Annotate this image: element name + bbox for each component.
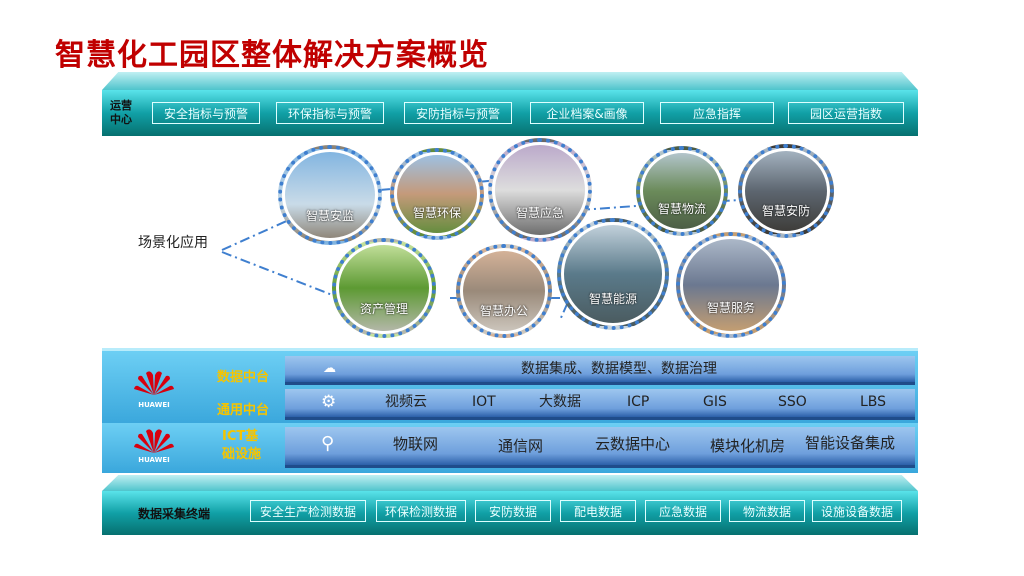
data-cloud-icon: ☁	[323, 361, 336, 376]
scene-label: 智慧安监	[305, 209, 354, 224]
signal-tower-icon: ⚲	[321, 433, 335, 454]
huawei-logo-icon	[134, 429, 174, 453]
ict-label: ICT基础设施	[222, 429, 262, 462]
ict-item: 云数据中心	[595, 435, 671, 453]
data-terminal-layer: 数据采集终端 安全生产检测数据 环保检测数据 安防数据 配电数据 应急数据 物流…	[102, 491, 918, 535]
general-item: IOT	[472, 394, 496, 410]
general-platform-bar: ⚙ 视频云 IOT 大数据 ICP GIS SSO LBS	[285, 389, 915, 420]
scene-label: 智慧服务	[706, 301, 755, 316]
huawei-logo-icon	[134, 371, 174, 395]
ict-bar: ⚲ 物联网 通信网 云数据中心 模块化机房 智能设备集成	[285, 427, 915, 468]
general-item: 视频云	[385, 394, 427, 410]
terminal-layer-top	[102, 475, 918, 491]
scene-smart-emergency[interactable]: 智慧应急	[488, 138, 592, 242]
terminal-button[interactable]: 配电数据	[560, 500, 636, 522]
scene-label: 智慧环保	[412, 205, 461, 220]
general-item: ICP	[627, 394, 650, 410]
terminal-button[interactable]: 安防数据	[475, 500, 551, 522]
huawei-brand: HUAWEI	[138, 456, 170, 464]
scene-smart-office[interactable]: 智慧办公	[456, 244, 552, 338]
scene-smart-service[interactable]: 智慧服务	[676, 232, 786, 338]
scene-label: 智慧能源	[588, 292, 637, 307]
data-platform-label: 数据中台	[217, 370, 270, 385]
ict-item: 物联网	[393, 435, 439, 453]
terminal-label: 数据采集终端	[138, 507, 211, 521]
general-item: SSO	[778, 394, 807, 410]
cloud-gear-icon: ⚙	[321, 392, 337, 412]
data-platform-text: 数据集成、数据模型、数据治理	[521, 361, 717, 377]
ict-item: 模块化机房	[710, 437, 786, 455]
scene-asset-management[interactable]: 资产管理	[332, 238, 436, 338]
terminal-button[interactable]: 环保检测数据	[376, 500, 466, 522]
scene-smart-energy[interactable]: 智慧能源	[557, 218, 669, 330]
terminal-button[interactable]: 设施设备数据	[812, 500, 902, 522]
scene-smart-security[interactable]: 智慧安防	[738, 144, 834, 238]
scene-label: 资产管理	[359, 302, 408, 317]
huawei-brand: HUAWEI	[138, 401, 170, 409]
data-platform-bar: ☁ 数据集成、数据模型、数据治理	[285, 356, 915, 385]
scene-smart-logistics[interactable]: 智慧物流	[636, 146, 728, 236]
general-item: 大数据	[539, 394, 581, 410]
platform-layer: HUAWEI 数据中台 通用中台 ☁ 数据集成、数据模型、数据治理 ⚙ 视频云 …	[102, 348, 918, 424]
scene-label: 智慧物流	[657, 202, 706, 217]
terminal-button[interactable]: 安全生产检测数据	[250, 500, 366, 522]
general-item: LBS	[860, 394, 887, 410]
general-item: GIS	[703, 394, 727, 410]
scene-label: 智慧办公	[479, 303, 528, 318]
scene-smart-safety-supervision[interactable]: 智慧安监	[278, 145, 382, 245]
terminal-button[interactable]: 物流数据	[729, 500, 805, 522]
scene-label: 智慧安防	[761, 203, 810, 218]
ict-item: 智能设备集成	[805, 434, 896, 452]
ict-item: 通信网	[498, 437, 544, 455]
general-platform-label: 通用中台	[217, 403, 270, 418]
scene-smart-environment[interactable]: 智慧环保	[390, 148, 484, 240]
scene-label: 智慧应急	[515, 205, 564, 220]
terminal-button[interactable]: 应急数据	[645, 500, 721, 522]
ict-layer: HUAWEI ICT基础设施 ⚲ 物联网 通信网 云数据中心 模块化机房 智能设…	[102, 423, 918, 473]
